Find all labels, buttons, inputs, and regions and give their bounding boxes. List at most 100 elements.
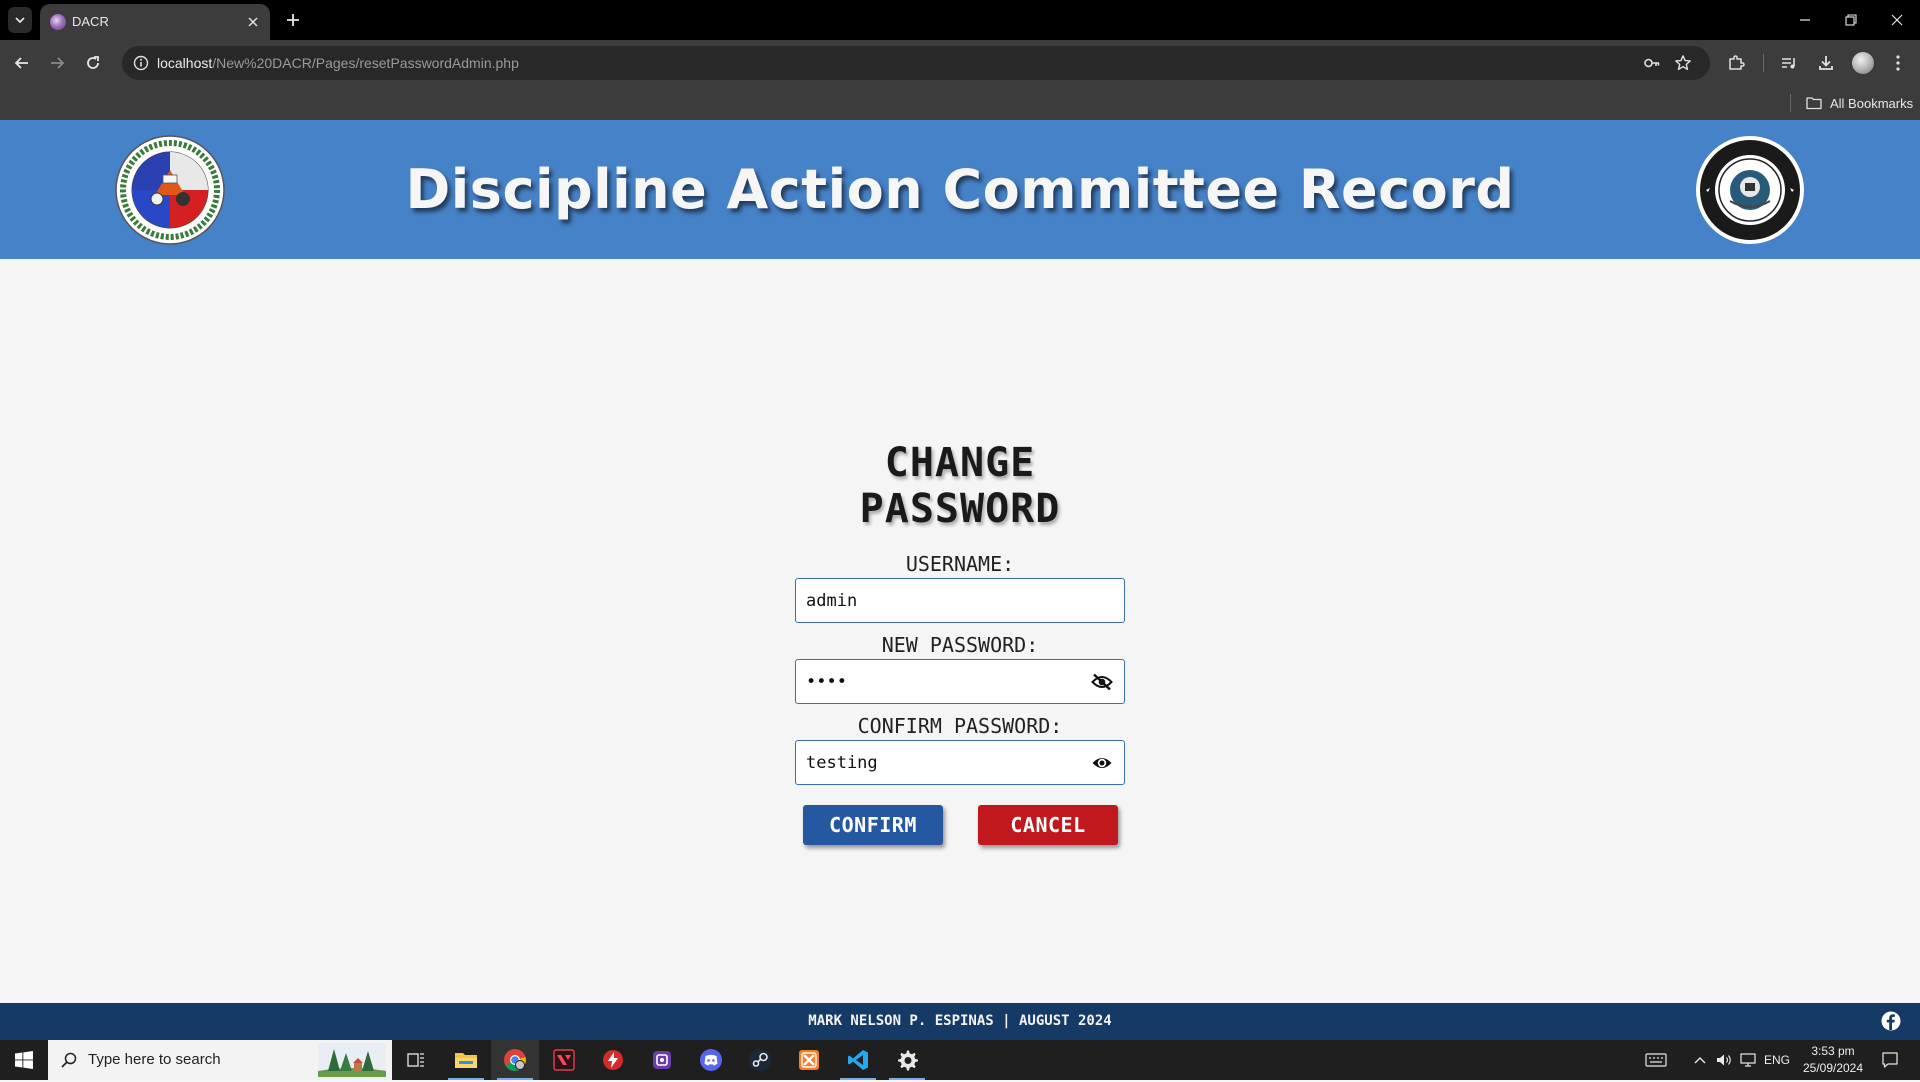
close-icon [1891,14,1903,26]
lightning-app-icon [602,1049,624,1071]
start-button[interactable] [0,1040,48,1080]
network-icon [1740,1053,1756,1067]
password-manager-button[interactable] [1643,54,1661,72]
address-bar[interactable]: localhost/New%20DACR/Pages/resetPassword… [122,46,1710,80]
discord-icon [699,1048,723,1072]
browser-tab-bar: DACR [0,0,1920,40]
url-text: localhost/New%20DACR/Pages/resetPassword… [157,55,519,71]
all-bookmarks-button[interactable]: All Bookmarks [1806,92,1913,114]
tray-volume[interactable] [1713,1050,1735,1070]
taskbar-settings[interactable] [883,1040,931,1080]
notification-center-button[interactable] [1877,1050,1903,1070]
keyboard-icon [1645,1053,1667,1067]
eye-slash-icon [1091,673,1113,691]
taskbar-steam[interactable] [736,1040,784,1080]
url-path: /New%20DACR/Pages/resetPasswordAdmin.php [212,55,519,71]
close-icon [248,17,258,27]
taskbar-discord[interactable] [687,1040,735,1080]
cancel-button[interactable]: CANCEL [978,805,1118,845]
extensions-button[interactable] [1724,51,1748,75]
playlist-icon [1780,54,1798,72]
speaker-icon [1716,1053,1732,1067]
bookmarks-bar: All Bookmarks [0,86,1920,120]
site-favicon-icon [50,14,66,30]
reload-button[interactable] [81,51,105,75]
tab-close-button[interactable] [244,13,262,31]
search-placeholder: Type here to search [88,1051,221,1068]
site-header: Discipline Action Committee Record [0,120,1920,259]
close-window-button[interactable] [1885,8,1909,32]
username-label: USERNAME: [905,552,1015,576]
valorant-icon [553,1049,575,1071]
toggle-confirm-password-visibility[interactable] [1090,752,1114,774]
reload-icon [85,55,101,71]
facebook-icon[interactable] [1881,1011,1901,1031]
browser-tab[interactable]: DACR [40,4,270,40]
back-button[interactable] [10,51,34,75]
new-password-input[interactable] [796,660,1124,703]
taskbar-vscode[interactable] [834,1040,882,1080]
clock-time: 3:53 pm [1811,1044,1855,1058]
downloads-button[interactable] [1814,51,1838,75]
taskbar-xampp[interactable] [785,1040,833,1080]
tab-title: DACR [72,14,109,29]
browser-toolbar: localhost/New%20DACR/Pages/resetPassword… [0,40,1920,86]
media-controls-button[interactable] [1777,51,1801,75]
confirm-password-label: CONFIRM PASSWORD: [857,714,1063,738]
new-tab-button[interactable] [282,9,304,31]
taskbar-purple-app[interactable] [638,1040,686,1080]
tab-search-button[interactable] [8,7,32,33]
minimize-icon [1799,14,1811,26]
notification-icon [1882,1052,1898,1068]
tray-overflow-button[interactable] [1689,1050,1711,1070]
footer-credit: MARK NELSON P. ESPINAS | AUGUST 2024 [808,1013,1112,1029]
taskbar-valorant[interactable] [540,1040,588,1080]
eye-icon [1091,755,1113,771]
tray-widgets[interactable] [1641,1050,1671,1070]
tray-clock[interactable]: 3:53 pm 25/09/2024 [1794,1043,1872,1077]
toolbar-separator [1763,54,1764,72]
file-explorer-icon [454,1050,478,1070]
windows-logo-icon [15,1051,33,1069]
confirm-password-field-box [795,740,1125,785]
taskbar-chrome[interactable] [491,1040,539,1080]
toggle-new-password-visibility[interactable] [1090,671,1114,693]
forward-button[interactable] [45,51,69,75]
tray-language[interactable]: ENG [1762,1050,1792,1070]
username-field-box [795,578,1125,623]
taskbar-red-app[interactable] [589,1040,637,1080]
bookmarks-separator [1790,94,1791,112]
kebab-menu-icon [1895,54,1901,72]
browser-menu-button[interactable] [1886,51,1910,75]
grade12-cooper-seal-icon [1695,135,1805,245]
taskbar-search-box[interactable]: Type here to search [48,1040,392,1080]
task-view-button[interactable] [392,1040,440,1080]
gear-icon [896,1049,918,1071]
chip-app-icon [651,1049,673,1071]
username-input[interactable] [796,579,1124,622]
form-actions: CONFIRM CANCEL [795,805,1125,845]
vscode-icon [847,1049,869,1071]
task-view-icon [407,1051,425,1069]
restore-icon [1845,14,1857,26]
restore-window-button[interactable] [1839,8,1863,32]
profile-avatar[interactable] [1852,52,1874,74]
tray-network[interactable] [1737,1050,1759,1070]
xampp-icon [798,1049,820,1071]
windows-taskbar: Type here to search ENG 3:53 pm 25/09/20… [0,1040,1920,1080]
form-title: CHANGE PASSWORD [859,440,1061,532]
site-footer: MARK NELSON P. ESPINAS | AUGUST 2024 [0,1003,1920,1040]
confirm-button[interactable]: CONFIRM [803,805,943,845]
bookmark-star-button[interactable] [1674,54,1692,72]
arrow-right-icon [49,55,65,71]
site-info-button[interactable] [132,54,150,72]
minimize-window-button[interactable] [1793,8,1817,32]
clock-date: 25/09/2024 [1802,1061,1864,1075]
chrome-icon [503,1048,527,1072]
chevron-up-icon [1694,1055,1706,1065]
site-title: Discipline Action Committee Record [405,158,1515,221]
folder-icon [1806,96,1822,110]
taskbar-file-explorer[interactable] [442,1040,490,1080]
download-icon [1817,54,1835,72]
confirm-password-input[interactable] [796,741,1124,784]
